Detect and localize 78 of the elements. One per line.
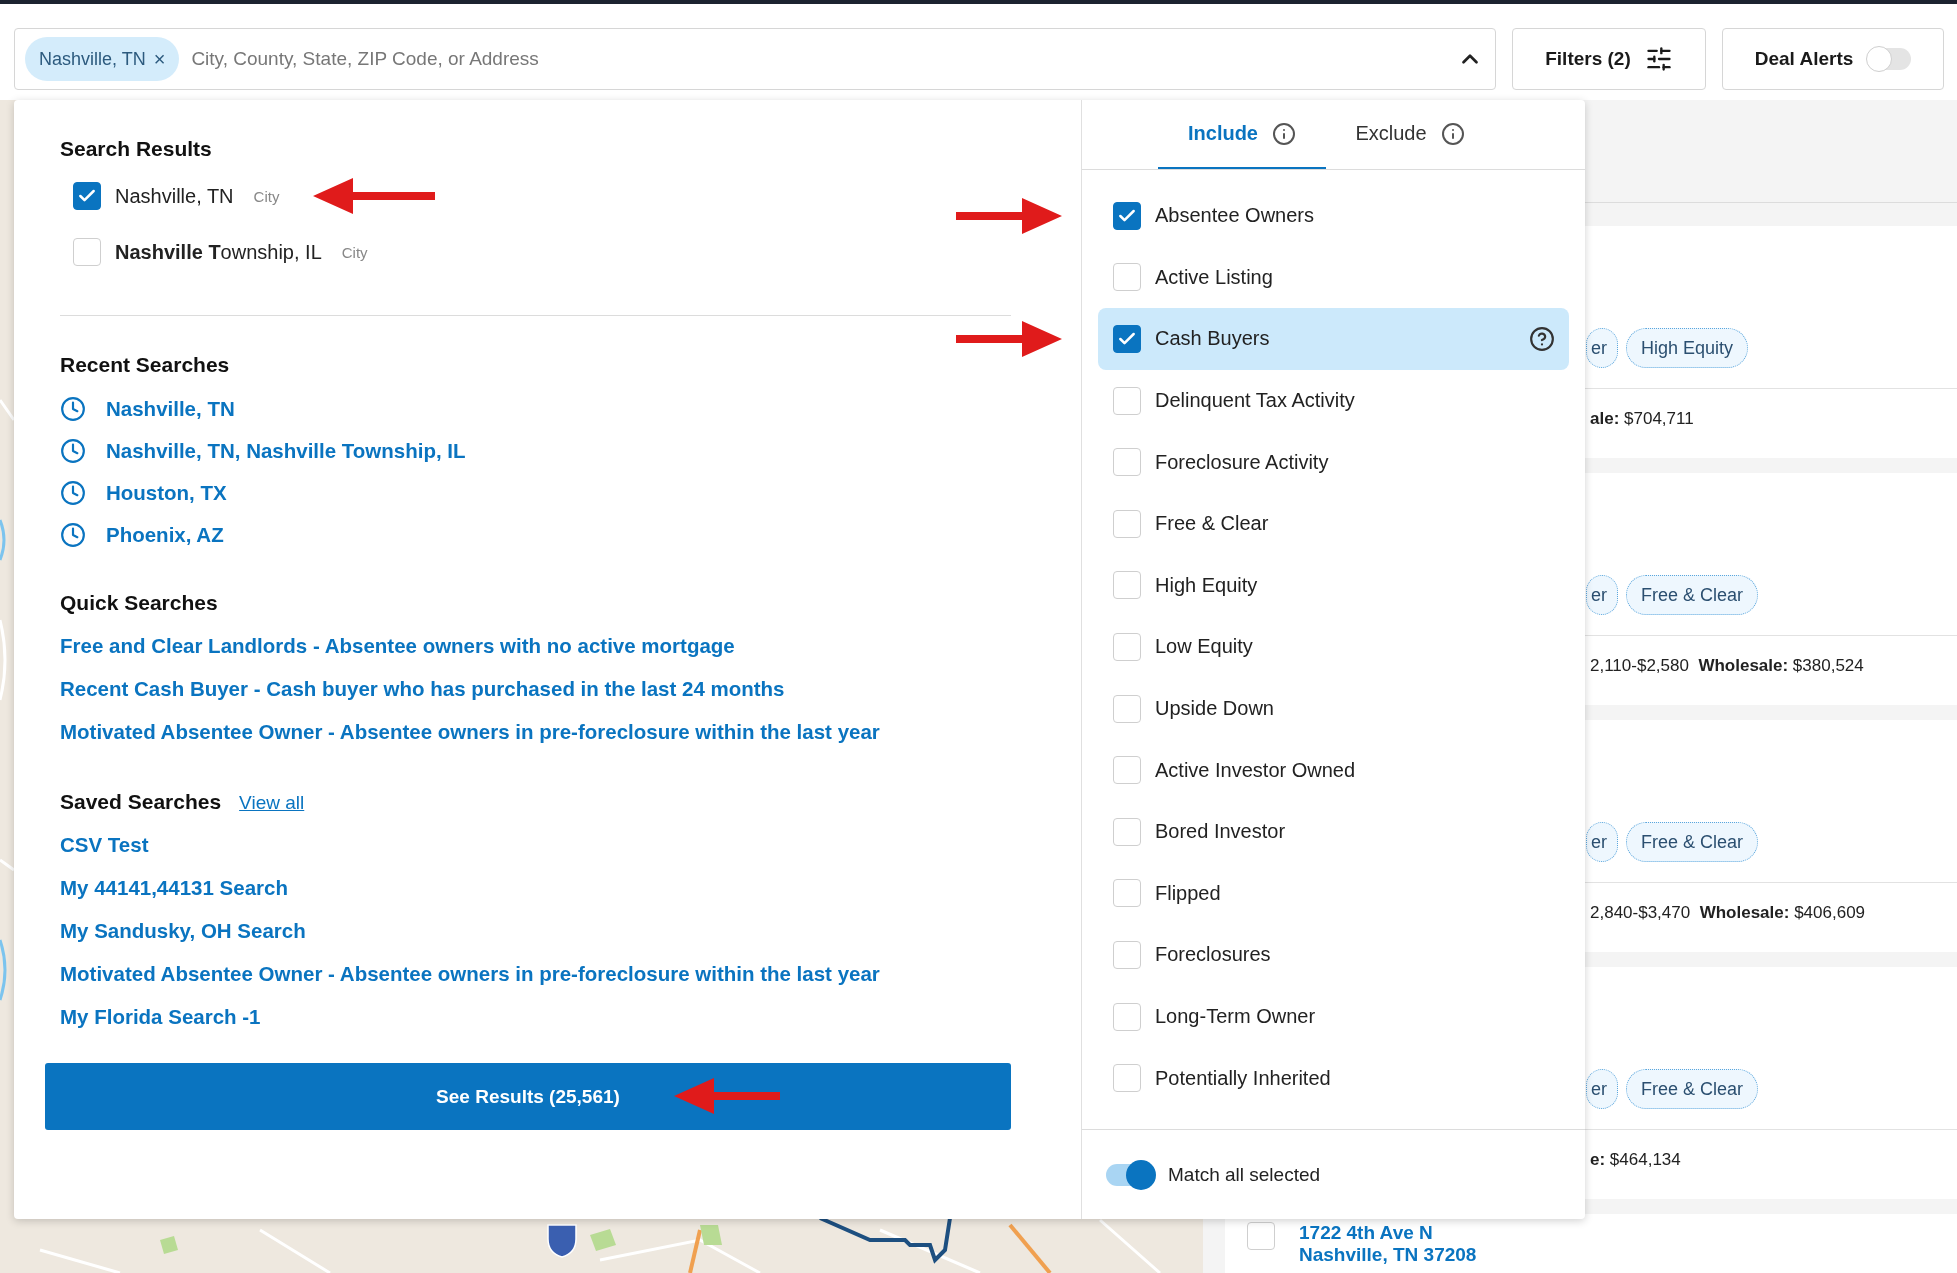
highway-shield-icon <box>547 1224 577 1258</box>
filter-option[interactable]: Long-Term Owner <box>1098 985 1569 1048</box>
filter-option[interactable]: Free & Clear <box>1098 492 1569 555</box>
chip-label: Nashville, TN <box>39 48 146 70</box>
filter-option[interactable]: Foreclosures <box>1098 924 1569 986</box>
filter-option-label: Long-Term Owner <box>1155 1005 1317 1028</box>
filter-option-label: Bored Investor <box>1155 820 1287 844</box>
section-title: Search Results <box>60 136 213 162</box>
section-title: Quick Searches <box>60 590 219 616</box>
property-city[interactable]: Nashville, TN 37208 <box>1299 1244 1477 1266</box>
saved-search-link[interactable]: My 44141,44131 Search <box>60 866 288 909</box>
search-result-label[interactable]: Nashville, TN <box>115 184 234 208</box>
filter-tab[interactable]: Exclude <box>1326 100 1494 169</box>
property-tag: High Equity <box>1626 328 1749 368</box>
chip-remove-button[interactable]: × <box>153 47 166 71</box>
recent-search-link[interactable]: Nashville, TN, Nashville Township, IL <box>60 430 466 472</box>
filter-option-label: Active Investor Owned <box>1155 758 1357 782</box>
filter-option[interactable]: Absentee Owners <box>1098 185 1569 247</box>
filter-option[interactable]: High Equity <box>1098 554 1569 617</box>
filter-option-label: Potentially Inherited <box>1155 1066 1332 1090</box>
search-result-label[interactable]: Nashville Township, IL <box>115 240 322 264</box>
view-all-link[interactable]: View all <box>239 792 305 814</box>
filter-option[interactable]: Foreclosure Activity <box>1098 431 1569 493</box>
property-tag: er <box>1586 575 1618 615</box>
help-icon[interactable] <box>1529 326 1555 352</box>
filter-option[interactable]: Bored Investor <box>1098 800 1569 863</box>
deal-alerts-toggle[interactable] <box>1867 48 1912 70</box>
filter-option-label: Foreclosures <box>1155 943 1272 967</box>
saved-search-link[interactable]: My Sandusky, OH Search <box>60 909 306 952</box>
saved-search-link[interactable]: CSV Test <box>60 823 149 866</box>
property-tag: er <box>1586 1069 1618 1109</box>
saved-search-link[interactable]: My Florida Search -1 <box>60 995 261 1038</box>
info-icon <box>1440 121 1465 146</box>
checkbox[interactable] <box>1113 325 1141 353</box>
checkbox[interactable] <box>73 182 101 210</box>
see-results-button[interactable]: See Results (25,561) <box>45 1063 1011 1130</box>
filter-option-label: High Equity <box>1155 573 1259 597</box>
quick-search-link[interactable]: Motivated Absentee Owner - Absentee owners in pre-foreclosure within the last year <box>60 710 880 753</box>
filter-option-label: Free & Clear <box>1155 512 1270 536</box>
info-icon <box>1272 121 1296 146</box>
deal-alerts-button[interactable]: Deal Alerts <box>1722 28 1944 90</box>
property-tag: Free & Clear <box>1626 822 1759 862</box>
quick-search-link[interactable]: Recent Cash Buyer - Cash buyer who has purchased in the last 24 months <box>60 667 785 710</box>
filter-option-label: Active Listing <box>1155 265 1274 289</box>
property-tag: Free & Clear <box>1626 1069 1759 1109</box>
clock-icon <box>60 396 86 422</box>
recent-search-link[interactable]: Nashville, TN <box>60 388 235 430</box>
property-tag: er <box>1586 822 1618 862</box>
clock-icon <box>60 522 86 548</box>
recent-search-link[interactable]: Houston, TX <box>60 472 227 514</box>
result-type-label: City <box>341 243 368 261</box>
sliders-icon <box>1644 45 1673 73</box>
filter-option-label: Upside Down <box>1155 697 1275 721</box>
highway-line <box>688 1229 702 1273</box>
property-tag: er <box>1586 328 1618 368</box>
property-tag: Free & Clear <box>1626 575 1759 615</box>
filter-option[interactable]: Potentially Inherited <box>1098 1047 1569 1109</box>
clock-icon <box>60 438 86 464</box>
quick-search-link[interactable]: Free and Clear Landlords - Absentee owners with no active mortgage <box>60 624 735 667</box>
filter-option-label: Flipped <box>1155 881 1222 905</box>
saved-search-link[interactable]: Motivated Absentee Owner - Absentee owners in pre-foreclosure within the last year <box>60 952 880 995</box>
filter-option-label: Foreclosure Activity <box>1155 450 1330 474</box>
filter-tab[interactable]: Include <box>1158 100 1326 169</box>
search-field[interactable]: Nashville, TN × City, County, State, ZIP Code, or Address <box>14 28 1496 90</box>
filter-option-label: Absentee Owners <box>1155 204 1315 228</box>
section-title: Saved Searches <box>60 789 222 815</box>
section-title: Recent Searches <box>60 352 231 378</box>
filter-option[interactable]: Active Investor Owned <box>1098 739 1569 801</box>
recent-search-link[interactable]: Phoenix, AZ <box>60 514 224 556</box>
checkbox[interactable] <box>1113 201 1141 230</box>
filters-button[interactable]: Filters (2) <box>1512 28 1706 90</box>
result-type-label: City <box>253 187 280 205</box>
clock-icon <box>60 480 86 506</box>
filter-option[interactable]: Active Listing <box>1098 246 1569 309</box>
filter-option[interactable]: Upside Down <box>1098 677 1569 740</box>
highway-line <box>1008 1223 1052 1273</box>
property-address[interactable]: 1722 4th Ave N <box>1299 1222 1477 1244</box>
filter-option-label: Cash Buyers <box>1155 327 1271 351</box>
